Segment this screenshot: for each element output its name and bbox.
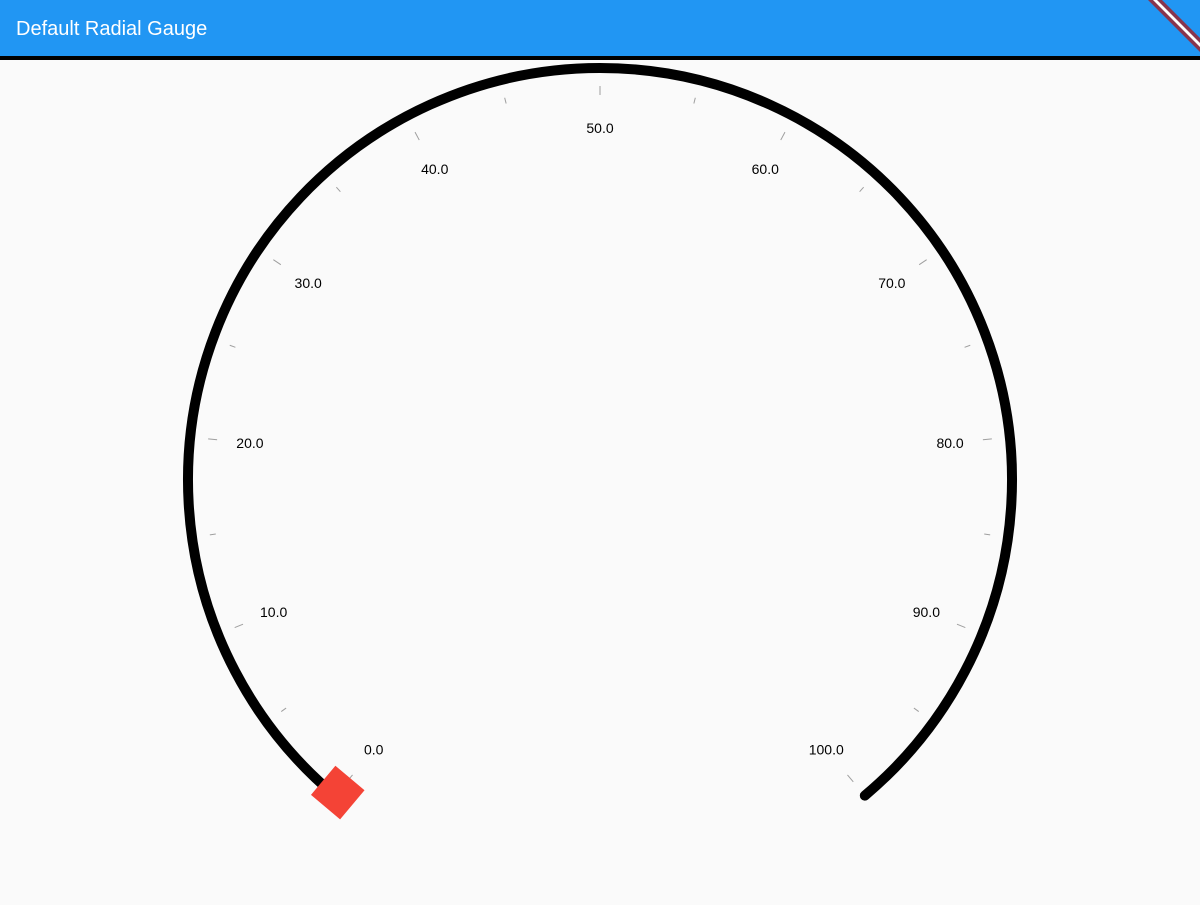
- major-tick: [780, 131, 786, 141]
- gauge-tick-label: 50.0: [586, 120, 613, 136]
- minor-tick: [964, 344, 971, 348]
- gauge-tick-label: 40.0: [421, 161, 448, 177]
- minor-tick: [335, 186, 341, 192]
- debug-banner: [1140, 0, 1200, 60]
- gauge-labels: 0.0 10.0 20.0 30.0 40.0 50.0 60.0 70.0 80.0 90.0 1…: [236, 120, 964, 758]
- minor-tick: [984, 533, 991, 536]
- major-tick: [414, 131, 420, 141]
- major-tick: [918, 259, 927, 266]
- gauge-tick-label: 80.0: [936, 435, 963, 451]
- gauge-tick-label: 0.0: [364, 742, 384, 758]
- gauge-area: 0.0 10.0 20.0 30.0 40.0 50.0 60.0 70.0 80.0 90.0 1…: [0, 60, 1200, 900]
- major-tick: [847, 774, 854, 783]
- app-title: Default Radial Gauge: [16, 18, 208, 40]
- radial-gauge: 0.0 10.0 20.0 30.0 40.0 50.0 60.0 70.0 80.0 90.0 1…: [183, 63, 1017, 820]
- minor-tick: [229, 344, 236, 348]
- gauge-tick-label: 60.0: [752, 161, 779, 177]
- minor-tick: [693, 97, 696, 104]
- gauge-ticks: [208, 86, 992, 783]
- major-tick: [208, 438, 218, 441]
- major-tick: [982, 438, 992, 441]
- gauge-tick-label: 20.0: [236, 435, 263, 451]
- minor-tick: [859, 186, 865, 192]
- minor-tick: [280, 707, 287, 712]
- gauge-axis-line: [183, 63, 1017, 801]
- gauge-tick-label: 30.0: [295, 275, 322, 291]
- gauge-tick-label: 90.0: [913, 604, 940, 620]
- major-tick: [956, 623, 966, 629]
- gauge-tick-label: 100.0: [809, 742, 844, 758]
- gauge-tick-label: 10.0: [260, 604, 287, 620]
- app-bar: Default Radial Gauge: [0, 0, 1200, 60]
- major-tick: [273, 259, 282, 266]
- gauge-marker-pointer[interactable]: [310, 765, 365, 820]
- major-tick: [234, 623, 244, 629]
- gauge-tick-label: 70.0: [878, 275, 905, 291]
- minor-tick: [913, 707, 920, 712]
- debug-banner-icon: [1148, 0, 1200, 52]
- minor-tick: [209, 533, 216, 536]
- minor-tick: [504, 97, 507, 104]
